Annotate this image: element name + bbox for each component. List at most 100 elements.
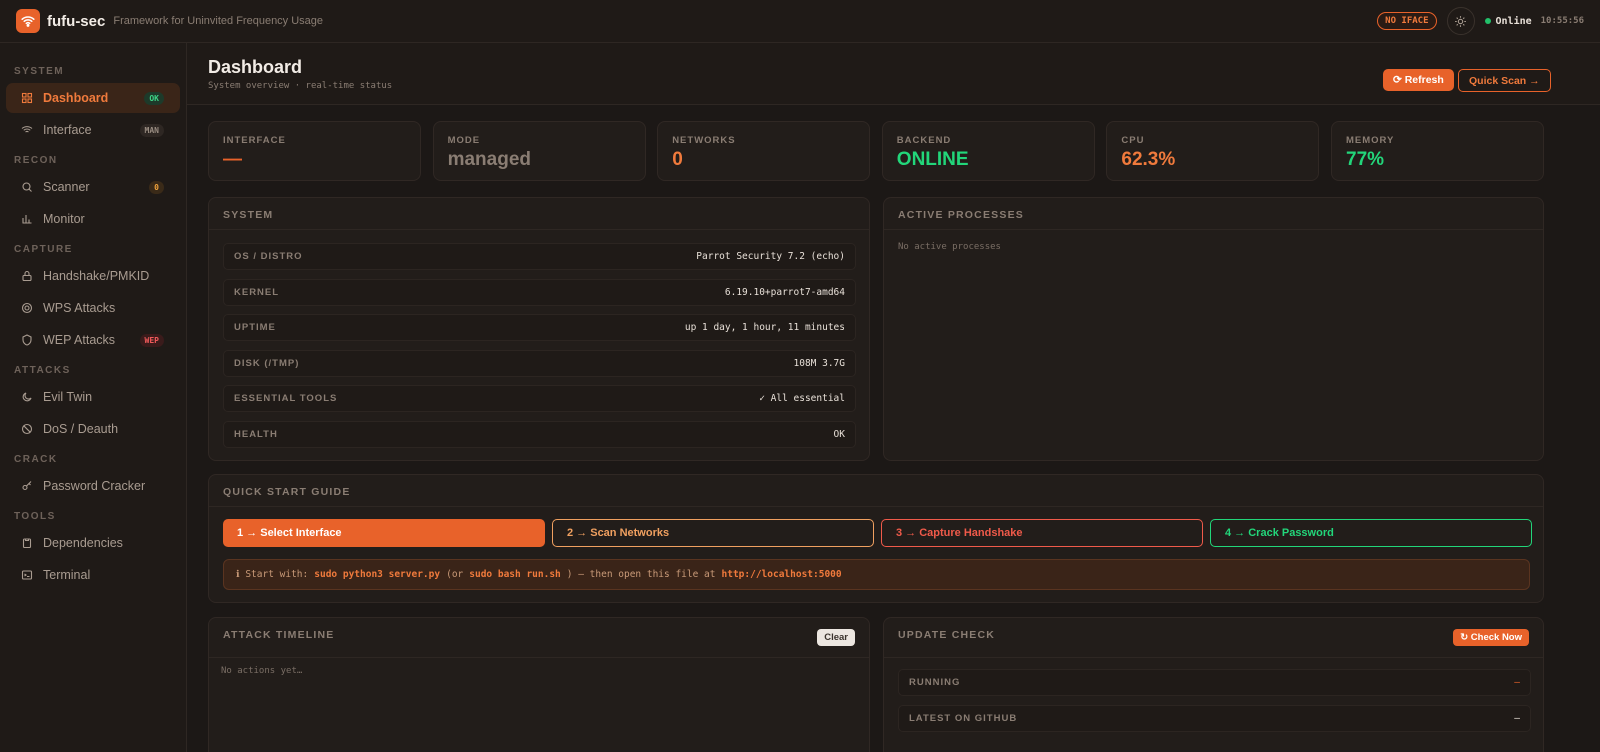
system-row: ESSENTIAL TOOLS ✓ All essential xyxy=(223,385,856,412)
active-processes-card: ACTIVE PROCESSES No active processes xyxy=(883,197,1544,461)
stat-label: CPU xyxy=(1121,135,1145,146)
quick-start-step-2[interactable]: 2 → Scan Networks xyxy=(552,519,874,547)
sidebar-item-evil-twin[interactable]: Evil Twin xyxy=(6,382,180,412)
sidebar-item-interface[interactable]: Interface MAN xyxy=(6,115,180,145)
sidebar-item-label: WEP Attacks xyxy=(43,333,116,347)
stat-value: ONLINE xyxy=(896,149,969,170)
sidebar-item-label: Scanner xyxy=(43,180,90,194)
sidebar-item-handshake-pmkid[interactable]: Handshake/PMKID xyxy=(6,261,180,291)
processes-card-title: ACTIVE PROCESSES xyxy=(898,209,1024,221)
sidebar-item-label: Monitor xyxy=(43,212,85,226)
stat-value: 62.3% xyxy=(1121,149,1176,170)
sidebar-item-monitor[interactable]: Monitor xyxy=(6,204,180,234)
sidebar-section-attacks: ATTACKS xyxy=(14,365,71,376)
system-row-value: OK xyxy=(833,428,845,440)
processes-empty-text: No active processes xyxy=(898,242,1001,252)
sun-icon xyxy=(1455,15,1466,27)
quick-start-title: QUICK START GUIDE xyxy=(223,486,351,498)
stat-card-backend: BACKEND ONLINE xyxy=(881,121,1095,181)
quick-start-step-1[interactable]: 1 → Select Interface xyxy=(223,519,545,547)
sidebar-section-system: SYSTEM xyxy=(14,66,65,77)
sidebar-item-label: Handshake/PMKID xyxy=(43,269,150,283)
ban-icon xyxy=(21,423,33,435)
sidebar-item-terminal[interactable]: Terminal xyxy=(6,560,180,590)
system-row-value: Parrot Security 7.2 (echo) xyxy=(696,251,845,262)
update-row: RUNNING — xyxy=(898,669,1531,696)
key-icon xyxy=(21,480,33,492)
clipboard-icon xyxy=(21,537,33,549)
sidebar-item-badge: WEP xyxy=(139,333,164,347)
stat-value: — xyxy=(223,149,242,170)
sidebar-item-dependencies[interactable]: Dependencies xyxy=(6,528,180,558)
update-row-value: — xyxy=(1514,713,1520,724)
hint-suffix: ) — then open this file at xyxy=(566,569,716,580)
stat-card-cpu: CPU 62.3% xyxy=(1106,121,1320,181)
update-check-card: UPDATE CHECK ↻ Check Now RUNNING — LATEST … xyxy=(883,617,1544,752)
quick-start-step-4[interactable]: 4 → Crack Password xyxy=(1210,519,1532,547)
interface-status-badge[interactable]: NO IFACE xyxy=(1377,12,1437,30)
sidebar-item-badge: MAN xyxy=(139,123,164,137)
system-row-key: ESSENTIAL TOOLS xyxy=(234,393,338,404)
sidebar-item-wep-attacks[interactable]: WEP Attacks WEP xyxy=(6,325,180,355)
update-title: UPDATE CHECK xyxy=(898,629,996,641)
sidebar-item-label: Dashboard xyxy=(43,91,109,105)
stat-value: managed xyxy=(447,149,532,170)
hint-command-run: sudo bash run.sh xyxy=(469,569,561,580)
page-header: Dashboard System overview · real-time st… xyxy=(187,43,1600,105)
refresh-button[interactable]: ⟳ Refresh xyxy=(1383,69,1454,91)
stat-card-memory: MEMORY 77% xyxy=(1331,121,1544,181)
sidebar-section-recon: RECON xyxy=(14,155,58,166)
stat-card-mode: MODE managed xyxy=(432,121,646,181)
system-row-value: 108M 3.7G xyxy=(793,357,845,369)
check-now-button[interactable]: ↻ Check Now xyxy=(1453,629,1529,646)
update-row-key: RUNNING xyxy=(909,677,961,688)
sidebar-item-label: Terminal xyxy=(43,568,91,582)
sidebar: SYSTEM Dashboard OK Interface MAN RECON Scanne… xyxy=(0,43,187,752)
lock-icon xyxy=(21,270,33,282)
update-row-value: — xyxy=(1514,677,1520,688)
wifi-icon xyxy=(21,124,33,136)
system-row-value: 6.19.10+parrot7-amd64 xyxy=(724,286,845,298)
theme-toggle-button[interactable] xyxy=(1446,7,1475,35)
clear-timeline-button[interactable]: Clear xyxy=(817,629,855,646)
hint-command-server: sudo python3 server.py xyxy=(314,569,441,580)
status-text: Online xyxy=(1495,15,1532,27)
sidebar-item-scanner[interactable]: Scanner 0 xyxy=(6,172,180,202)
sidebar-item-dos-deauth[interactable]: DoS / Deauth xyxy=(6,414,180,444)
stat-value: 77% xyxy=(1346,149,1385,170)
quick-scan-button[interactable]: Quick Scan → xyxy=(1458,69,1551,92)
main-content: Dashboard System overview · real-time st… xyxy=(187,43,1600,752)
quick-start-card: QUICK START GUIDE 1 → Select Interface 2 … xyxy=(208,474,1544,603)
system-row: UPTIME up 1 day, 1 hour, 11 minutes xyxy=(223,314,856,341)
stat-label: MODE xyxy=(447,135,481,146)
hint-url[interactable]: http://localhost:5000 xyxy=(722,569,842,580)
system-row: DISK (/TMP) 108M 3.7G xyxy=(223,349,856,377)
system-row-key: OS / DISTRO xyxy=(234,251,303,262)
sidebar-item-label: Password Cracker xyxy=(43,479,146,493)
start-hint: ℹ Start with: sudo python3 server.py (or… xyxy=(223,559,1530,590)
quick-start-step-3[interactable]: 3 → Capture Handshake xyxy=(881,519,1203,547)
timeline-title: ATTACK TIMELINE xyxy=(223,629,335,641)
target-icon xyxy=(21,302,33,314)
stat-card-networks: NETWORKS 0 xyxy=(657,121,871,181)
terminal-icon xyxy=(21,569,33,581)
system-row-key: DISK (/TMP) xyxy=(234,357,300,369)
stat-card-interface: INTERFACE — xyxy=(208,121,421,181)
sidebar-item-label: WPS Attacks xyxy=(43,301,116,315)
sidebar-item-password-cracker[interactable]: Password Cracker xyxy=(6,471,180,501)
sidebar-item-label: Dependencies xyxy=(43,536,123,550)
sidebar-section-tools: TOOLS xyxy=(14,511,56,522)
sidebar-item-dashboard[interactable]: Dashboard OK xyxy=(6,83,180,113)
top-bar: fufu-sec Framework for Uninvited Frequen… xyxy=(0,0,1600,43)
brand-name: fufu-sec xyxy=(47,12,106,30)
system-row-key: KERNEL xyxy=(234,286,280,298)
sidebar-item-label: Interface xyxy=(43,123,92,137)
sidebar-section-capture: CAPTURE xyxy=(14,244,73,255)
system-card-title: SYSTEM xyxy=(223,209,274,221)
attack-timeline-card: ATTACK TIMELINE Clear No actions yet… xyxy=(208,617,870,752)
sidebar-item-wps-attacks[interactable]: WPS Attacks xyxy=(6,293,180,323)
sidebar-item-label: DoS / Deauth xyxy=(43,422,119,436)
stat-label: BACKEND xyxy=(896,135,952,146)
timeline-empty-text: No actions yet… xyxy=(221,666,303,676)
bar-chart-icon xyxy=(21,213,33,225)
